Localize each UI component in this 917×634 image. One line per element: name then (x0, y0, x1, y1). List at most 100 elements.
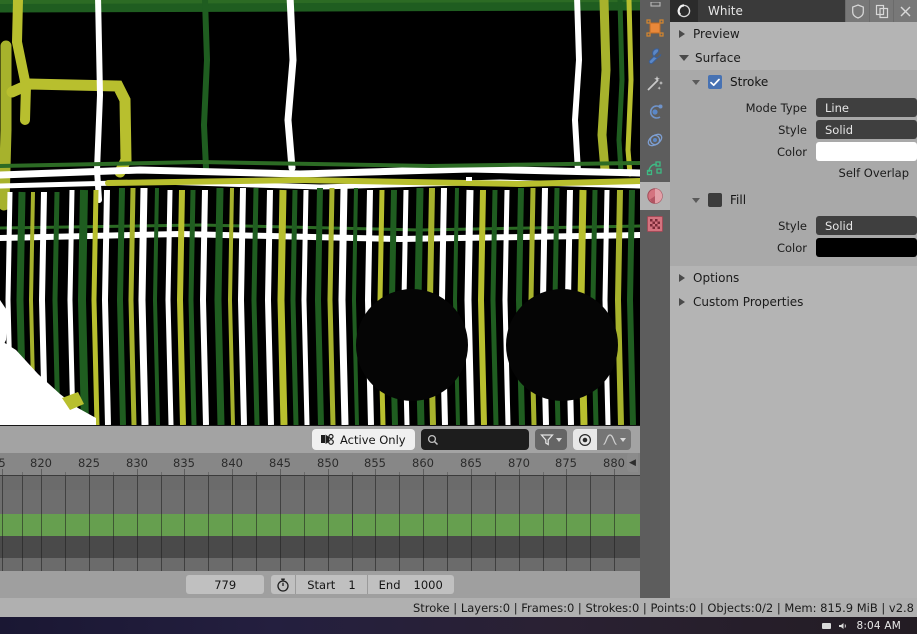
particles-tab[interactable] (640, 98, 670, 126)
frame-range-group: Start 1 End 1000 (271, 575, 454, 594)
blender-window: Active Only 820 825 830 835 840 845 850 … (0, 0, 917, 634)
fill-enable-checkbox[interactable] (708, 193, 722, 207)
properties-content: White Preview Surface Stroke Mode Type L… (670, 0, 917, 598)
playback-bar: 779 Start 1 End 1000 (0, 571, 640, 598)
texture-tab[interactable] (640, 210, 670, 238)
ruler-tick-minor (113, 472, 114, 475)
ruler-tick-label: 855 (364, 456, 386, 470)
current-frame-value: 779 (214, 577, 237, 592)
object-tab[interactable] (640, 14, 670, 42)
material-browse-icon (677, 4, 691, 18)
stroke-color-row: Color (670, 142, 917, 161)
fill-color-row: Color (670, 238, 917, 257)
chevron-down-icon (619, 437, 626, 442)
tool-tab[interactable] (640, 0, 670, 14)
ruler-tick-minor (590, 472, 591, 475)
triangle-right-icon (679, 274, 685, 282)
stroke-self-overlap-row: Self Overlap (670, 164, 917, 182)
auto-keying-button[interactable] (271, 575, 297, 594)
panel-surface[interactable]: Surface (670, 46, 917, 70)
object-square-icon (646, 19, 664, 37)
current-frame-field[interactable]: 779 (186, 575, 265, 594)
material-tab[interactable] (640, 182, 670, 210)
active-only-toggle[interactable]: Active Only (312, 429, 415, 450)
modifier-tab[interactable] (640, 42, 670, 70)
fill-style-dropdown[interactable]: Solid (816, 216, 917, 235)
ruler-tick-label: 850 (317, 456, 339, 470)
stroke-self-overlap-label: Self Overlap (838, 166, 909, 180)
unlink-material-button[interactable] (893, 0, 917, 22)
material-name-value: White (708, 4, 743, 18)
stroke-mode-type-dropdown[interactable]: Line (816, 98, 917, 117)
status-bar-text: Stroke | Layers:0 | Frames:0 | Strokes:0… (412, 600, 914, 615)
triangle-down-icon (679, 55, 689, 61)
material-datablock-header: White (670, 0, 917, 22)
object-data-tab[interactable] (640, 154, 670, 182)
volume-icon[interactable] (838, 621, 849, 631)
ruler-tick-minor (399, 472, 400, 475)
fake-user-button[interactable] (845, 0, 869, 22)
subpanel-fill[interactable]: Fill (670, 188, 917, 212)
physics-orbit-icon (647, 133, 663, 147)
ruler-tick-minor (65, 472, 66, 475)
x-icon (900, 6, 911, 16)
material-browse-button[interactable] (670, 0, 698, 22)
subpanel-stroke-label: Stroke (730, 75, 769, 89)
stroke-enable-checkbox[interactable] (708, 75, 722, 89)
copy-icon (875, 4, 888, 18)
dope-sheet-tools: Active Only (312, 429, 631, 450)
physics-tab[interactable] (640, 126, 670, 154)
ruler-tick-label: 835 (173, 456, 195, 470)
end-frame-field[interactable]: End 1000 (368, 575, 454, 594)
filter-group (534, 429, 567, 450)
search-input[interactable] (420, 429, 529, 450)
dope-sheet-header: Active Only (0, 426, 640, 453)
stroke-mode-type-label: Mode Type (745, 100, 807, 115)
ruler-tick-minor (21, 472, 23, 475)
stroke-style-label: Style (778, 122, 807, 137)
search-icon (427, 434, 438, 445)
new-material-button[interactable] (869, 0, 893, 22)
properties-tab-strip (640, 0, 670, 598)
timeline-ruler[interactable]: 5 820 825 830 835 840 845 850 855 860 865 870 875 880 (0, 453, 640, 476)
stroke-style-row: Style Solid (670, 120, 917, 139)
stroke-color-swatch[interactable] (816, 142, 917, 161)
panel-preview[interactable]: Preview (670, 22, 917, 46)
visual-effects-tab[interactable] (640, 70, 670, 98)
filter-button[interactable] (534, 429, 567, 450)
battery-icon[interactable] (822, 622, 832, 629)
subpanel-stroke[interactable]: Stroke (670, 70, 917, 94)
ruler-tick-minor (542, 472, 544, 475)
stroke-fields: Mode Type Line Style Solid Color Self Ov… (670, 94, 917, 188)
ruler-tick-label: 865 (460, 456, 482, 470)
fill-style-label: Style (778, 218, 807, 233)
material-name-field[interactable]: White (698, 0, 845, 22)
dot-circle-icon (578, 433, 591, 446)
3d-viewport-canvas[interactable] (0, 0, 640, 425)
triangle-down-icon (692, 197, 700, 203)
chevron-left-icon[interactable]: ◀ (627, 453, 638, 472)
active-only-label: Active Only (340, 432, 406, 447)
checkmark-icon (710, 78, 720, 86)
funnel-icon (539, 434, 554, 446)
stroke-style-dropdown[interactable]: Solid (816, 120, 917, 139)
only-show-selected-toggle[interactable] (572, 429, 597, 450)
panel-options[interactable]: Options (670, 266, 917, 290)
material-sphere-icon (647, 188, 663, 204)
start-frame-field[interactable]: Start 1 (296, 575, 368, 594)
fill-color-swatch[interactable] (816, 238, 917, 257)
taskbar-clock: 8:04 AM (856, 619, 901, 632)
normalize-curves-toggle[interactable] (596, 429, 631, 450)
end-label: End (378, 577, 401, 592)
ruler-tick-label: 860 (412, 456, 434, 470)
end-value: 1000 (413, 577, 443, 592)
status-bar: Stroke | Layers:0 | Frames:0 | Strokes:0… (0, 598, 917, 617)
channel-row-top (0, 476, 640, 490)
circle-shape-left (356, 289, 468, 401)
panel-custom-properties[interactable]: Custom Properties (670, 290, 917, 314)
grease-pencil-artwork (0, 0, 640, 425)
panel-surface-label: Surface (695, 51, 741, 65)
channel-row-green[interactable] (0, 514, 640, 536)
ruler-tick-label: 870 (508, 456, 530, 470)
curve-icon (602, 434, 617, 446)
